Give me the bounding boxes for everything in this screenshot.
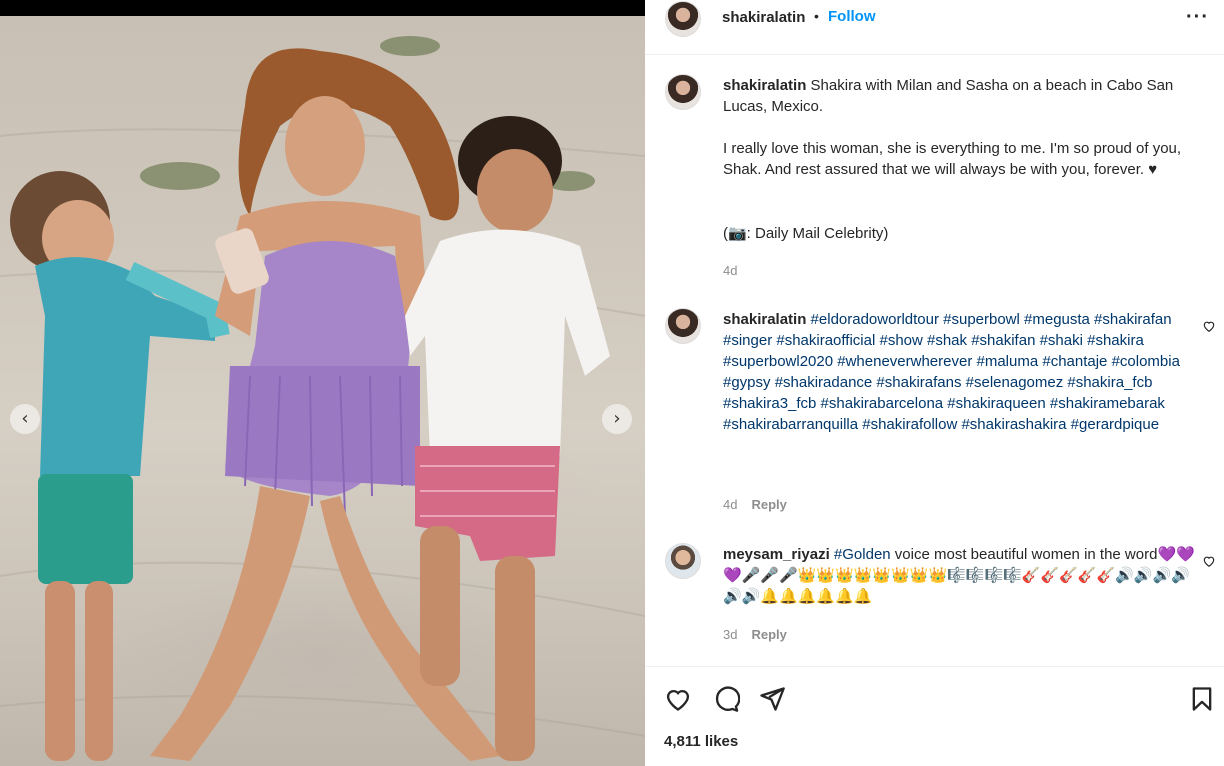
caption-line-3: (📷: Daily Mail Celebrity) <box>723 225 889 242</box>
reply-button[interactable]: Reply <box>751 497 786 512</box>
caption-line-2: I really love this woman, she is everyth… <box>723 140 1182 178</box>
previous-photo-button[interactable]: ‹ <box>10 404 40 434</box>
caption-avatar[interactable] <box>665 74 701 110</box>
next-photo-button[interactable]: › <box>602 404 632 434</box>
comment-timestamp[interactable]: 3d <box>723 627 737 642</box>
commenter-avatar[interactable] <box>665 543 701 579</box>
comment-text: shakiralatin #eldoradoworldtour #superbo… <box>723 309 1198 435</box>
photo-illustration <box>0 36 645 761</box>
post-header: shakiralatin • Follow ··· <box>645 0 1224 55</box>
post-actions: 4,811 likes <box>645 666 1224 766</box>
caption-timestamp[interactable]: 4d <box>723 263 737 278</box>
comment-text: meysam_riyazi #Golden voice most beautif… <box>723 544 1198 607</box>
separator-dot: • <box>814 8 819 24</box>
caption-text: shakiralatin Shakira with Milan and Sash… <box>723 75 1198 117</box>
comment-hashtag[interactable]: #Golden <box>834 546 891 563</box>
commenter-username[interactable]: meysam_riyazi <box>723 546 830 563</box>
comment-meta: 4d Reply <box>723 497 787 512</box>
comment-bubble-icon[interactable] <box>712 685 740 713</box>
comment-hashtags[interactable]: #eldoradoworldtour #superbowl #megusta #… <box>723 311 1180 433</box>
follow-button[interactable]: Follow <box>828 8 876 25</box>
post-side-panel: shakiralatin • Follow ··· shakiralatin S… <box>645 0 1224 766</box>
likes-count[interactable]: 4,811 likes <box>664 733 738 750</box>
post-media[interactable]: ‹ › <box>0 0 645 766</box>
comment-timestamp[interactable]: 4d <box>723 497 737 512</box>
share-send-icon[interactable] <box>758 685 786 713</box>
caption-username[interactable]: shakiralatin <box>723 77 806 94</box>
comment-meta: 3d Reply <box>723 627 787 642</box>
like-heart-icon[interactable] <box>664 685 692 713</box>
like-comment-heart-icon[interactable] <box>1202 554 1216 568</box>
save-bookmark-icon[interactable] <box>1188 685 1216 713</box>
like-comment-heart-icon[interactable] <box>1202 319 1216 333</box>
chevron-right-icon: › <box>613 408 621 429</box>
chevron-left-icon: ‹ <box>21 408 29 429</box>
commenter-avatar[interactable] <box>665 308 701 344</box>
commenter-username[interactable]: shakiralatin <box>723 311 806 328</box>
reply-button[interactable]: Reply <box>751 627 786 642</box>
author-avatar[interactable] <box>665 1 701 37</box>
media-top-bar <box>0 0 645 16</box>
author-username[interactable]: shakiralatin <box>722 9 805 26</box>
more-options-icon[interactable]: ··· <box>1186 6 1209 29</box>
post-photo <box>0 16 645 766</box>
